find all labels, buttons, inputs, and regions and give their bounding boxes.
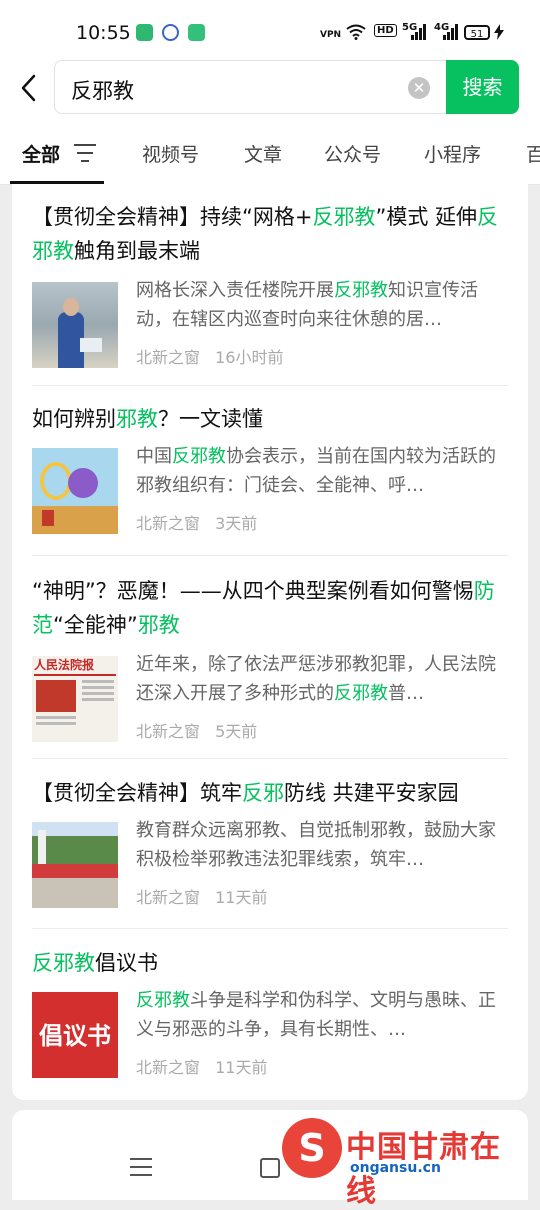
article-meta: 北新之窗 5天前 bbox=[136, 718, 267, 742]
article-source: 北新之窗 bbox=[136, 348, 201, 367]
tab-all[interactable]: 全部 bbox=[22, 140, 60, 167]
menu-icon[interactable] bbox=[130, 1158, 152, 1176]
article-thumbnail bbox=[32, 448, 118, 534]
article-title[interactable]: 【贯彻全会精神】筑牢反邪防线 共建平安家园 bbox=[32, 776, 508, 810]
article-summary: 近年来，除了依法严惩涉邪教犯罪，人民法院还深入开展了多种形式的反邪教普… bbox=[136, 654, 496, 704]
divider bbox=[32, 928, 508, 929]
article-source: 北新之窗 bbox=[136, 722, 201, 741]
article-meta: 北新之窗 11天前 bbox=[136, 1054, 277, 1078]
tab-channels[interactable]: 视频号 bbox=[142, 140, 199, 167]
battery-indicator: 51 bbox=[464, 25, 490, 40]
article-meta: 北新之窗 16小时前 bbox=[136, 344, 293, 368]
article-title[interactable]: 反邪教倡议书 bbox=[32, 946, 508, 980]
signal-1-icon bbox=[410, 24, 426, 43]
compass-app-icon bbox=[162, 24, 179, 41]
article-thumbnail bbox=[32, 282, 118, 368]
tab-articles[interactable]: 文章 bbox=[244, 140, 282, 167]
article-time: 16小时前 bbox=[215, 348, 284, 367]
search-tabs: 全部 视频号 文章 公众号 小程序 百 bbox=[0, 118, 540, 185]
charging-icon bbox=[494, 24, 504, 43]
tab-miniprograms[interactable]: 小程序 bbox=[424, 140, 481, 167]
article-title[interactable]: 如何辨别邪教？一文读懂 bbox=[32, 402, 508, 436]
hd-indicator: HD bbox=[374, 24, 397, 37]
article-time: 3天前 bbox=[215, 514, 258, 533]
status-bar: 10:55 VPN HD 5G 4G 51 bbox=[0, 0, 540, 58]
vpn-indicator: VPN bbox=[320, 30, 342, 40]
message-app-icon bbox=[136, 24, 153, 41]
divider bbox=[32, 555, 508, 556]
wifi-icon bbox=[346, 24, 366, 43]
article-source: 北新之窗 bbox=[136, 1058, 201, 1077]
article-time: 11天前 bbox=[215, 888, 268, 907]
status-time: 10:55 bbox=[76, 22, 131, 44]
shopping-app-icon bbox=[188, 24, 205, 41]
article-summary: 教育群众远离邪教、自觉抵制邪教，鼓励大家积极检举邪教违法犯罪线索，筑牢… bbox=[136, 820, 496, 870]
article-summary: 中国反邪教协会表示，当前在国内较为活跃的邪教组织有：门徒会、全能神、呼… bbox=[136, 446, 496, 496]
article-item[interactable]: 反邪教倡议书 倡议书 反邪教斗争是科学和伪科学、文明与愚昧、正义与邪恶的斗争，具… bbox=[32, 946, 508, 1078]
filter-icon[interactable] bbox=[74, 144, 96, 162]
watermark-logo-icon: S bbox=[282, 1118, 342, 1178]
article-time: 5天前 bbox=[215, 722, 258, 741]
article-item[interactable]: “神明”？恶魔！——从四个典型案例看如何警惕防范“全能神”邪教 人民法院报 近年… bbox=[32, 574, 508, 742]
divider bbox=[32, 758, 508, 759]
article-meta: 北新之窗 11天前 bbox=[136, 884, 277, 908]
article-title[interactable]: 【贯彻全会精神】持续“网格+反邪教”模式 延伸反邪教触角到最末端 bbox=[32, 200, 508, 268]
newspaper-masthead: 人民法院报 bbox=[34, 658, 95, 672]
site-watermark: S 中国甘肃在线 ongansu.cn bbox=[282, 1118, 512, 1209]
back-arrow-icon[interactable] bbox=[12, 70, 48, 106]
tab-accounts[interactable]: 公众号 bbox=[324, 140, 381, 167]
tab-baike[interactable]: 百 bbox=[526, 140, 540, 167]
clear-icon[interactable]: ✕ bbox=[408, 77, 430, 99]
article-thumbnail: 人民法院报 bbox=[32, 656, 118, 742]
home-icon[interactable] bbox=[260, 1158, 280, 1178]
article-source: 北新之窗 bbox=[136, 514, 201, 533]
thumbnail-caption: 倡议书 bbox=[39, 1022, 111, 1050]
search-query-text[interactable]: 反邪教 bbox=[71, 75, 134, 105]
article-thumbnail bbox=[32, 822, 118, 908]
article-item[interactable]: 【贯彻全会精神】筑牢反邪防线 共建平安家园 教育群众远离邪教、自觉抵制邪教，鼓励… bbox=[32, 776, 508, 908]
article-item[interactable]: 【贯彻全会精神】持续“网格+反邪教”模式 延伸反邪教触角到最末端 网格长深入责任… bbox=[32, 200, 508, 368]
signal-2-icon bbox=[442, 24, 458, 43]
article-title[interactable]: “神明”？恶魔！——从四个典型案例看如何警惕防范“全能神”邪教 bbox=[32, 574, 508, 642]
divider bbox=[32, 385, 508, 386]
article-source: 北新之窗 bbox=[136, 888, 201, 907]
search-input[interactable]: 反邪教 ✕ bbox=[54, 60, 446, 114]
article-item[interactable]: 如何辨别邪教？一文读懂 中国反邪教协会表示，当前在国内较为活跃的邪教组织有：门徒… bbox=[32, 402, 508, 534]
article-meta: 北新之窗 3天前 bbox=[136, 510, 267, 534]
article-summary: 网格长深入责任楼院开展反邪教知识宣传活动，在辖区内巡查时向来往休憩的居… bbox=[136, 280, 478, 330]
search-bar: 反邪教 ✕ 搜索 bbox=[0, 58, 540, 118]
results-card: 【贯彻全会精神】持续“网格+反邪教”模式 延伸反邪教触角到最末端 网格长深入责任… bbox=[12, 184, 528, 1100]
article-thumbnail: 倡议书 bbox=[32, 992, 118, 1078]
article-time: 11天前 bbox=[215, 1058, 268, 1077]
article-summary: 反邪教斗争是科学和伪科学、文明与愚昧、正义与邪恶的斗争，具有长期性、… bbox=[136, 990, 496, 1040]
search-button[interactable]: 搜索 bbox=[446, 60, 519, 114]
watermark-url: ongansu.cn bbox=[350, 1160, 441, 1176]
